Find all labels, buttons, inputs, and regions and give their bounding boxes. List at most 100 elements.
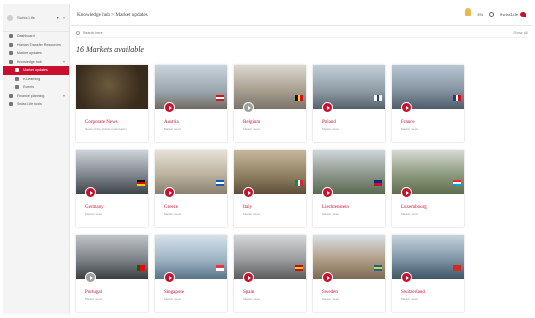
sidebar-item-label: Finance planning bbox=[17, 93, 45, 98]
app-frame: Swiss Life ▾ « Dashboard Human Transfer R… bbox=[0, 0, 535, 318]
sidebar-item[interactable]: Dashboard bbox=[3, 32, 69, 41]
market-card[interactable]: Singapore Market news bbox=[155, 235, 227, 312]
market-name[interactable]: Corporate News bbox=[85, 120, 118, 125]
market-subtitle: Market news bbox=[322, 127, 340, 131]
market-subtitle: Market news bbox=[164, 127, 182, 131]
entity-selector[interactable]: Swiss Life bbox=[17, 15, 53, 20]
collapse-icon[interactable]: « bbox=[63, 15, 65, 20]
play-icon[interactable] bbox=[164, 187, 175, 198]
sidebar-item-label: Knowledge hub bbox=[17, 59, 42, 64]
country-flag-icon bbox=[374, 95, 383, 101]
breadcrumb[interactable]: Knowledge hub > Market updates bbox=[77, 12, 148, 18]
market-card[interactable]: Portugal Market news bbox=[76, 235, 148, 312]
market-name[interactable]: Italy bbox=[243, 205, 252, 210]
expand-chevron-icon[interactable]: ▾ bbox=[63, 59, 65, 64]
play-icon[interactable] bbox=[85, 187, 96, 198]
market-card[interactable]: Poland Market news bbox=[313, 65, 385, 142]
brand-mark-icon bbox=[520, 12, 526, 17]
market-name[interactable]: Greece bbox=[164, 205, 178, 210]
brand-name: SwissLife bbox=[500, 12, 518, 17]
market-name[interactable]: Portugal bbox=[85, 290, 102, 295]
market-name[interactable]: Austria bbox=[164, 120, 179, 125]
country-flag-icon bbox=[295, 265, 303, 271]
country-flag-icon bbox=[453, 95, 462, 101]
play-icon[interactable] bbox=[243, 272, 254, 283]
market-subtitle: Market news bbox=[85, 212, 103, 216]
market-subtitle: Market news bbox=[164, 212, 182, 216]
country-flag-icon bbox=[453, 180, 461, 186]
play-icon[interactable] bbox=[401, 187, 412, 198]
country-flag-icon bbox=[295, 180, 304, 186]
market-subtitle: Market news bbox=[322, 212, 340, 216]
language-switch[interactable]: EN bbox=[477, 12, 483, 17]
nav-icon bbox=[9, 59, 13, 64]
sidebar-item[interactable]: e-Learning bbox=[3, 75, 69, 84]
market-card[interactable]: Spain Market news bbox=[234, 235, 306, 312]
market-name[interactable]: France bbox=[401, 120, 415, 125]
sidebar-item[interactable]: Events bbox=[3, 83, 69, 92]
market-name[interactable]: Liechtenstein bbox=[322, 205, 349, 210]
nav-icon bbox=[9, 102, 13, 107]
country-flag-icon bbox=[216, 265, 224, 271]
page-title: 16 Markets available bbox=[76, 45, 144, 54]
market-card[interactable]: France Market news bbox=[392, 65, 464, 142]
notification-bell-icon[interactable] bbox=[465, 7, 472, 16]
play-icon[interactable] bbox=[401, 272, 412, 283]
sidebar: Swiss Life ▾ « Dashboard Human Transfer R… bbox=[3, 4, 70, 314]
play-icon[interactable] bbox=[243, 102, 254, 113]
market-card[interactable]: Switzerland Market news bbox=[392, 235, 464, 312]
expand-chevron-icon[interactable]: ▾ bbox=[63, 93, 65, 98]
country-flag-icon bbox=[216, 95, 224, 101]
play-icon[interactable] bbox=[243, 187, 254, 198]
market-card[interactable]: Italy Market news bbox=[234, 150, 306, 227]
play-icon[interactable] bbox=[322, 102, 333, 113]
market-subtitle: Market news bbox=[243, 212, 261, 216]
sidebar-item-label: Market updates bbox=[17, 51, 42, 56]
market-card[interactable]: Sweden Market news bbox=[313, 235, 385, 312]
market-card[interactable]: Belgium Market news bbox=[234, 65, 306, 142]
market-card[interactable]: Corporate News News of the global organis… bbox=[76, 65, 148, 142]
market-card[interactable]: Germany Market news bbox=[76, 150, 148, 227]
brand-logo: SwissLife bbox=[500, 12, 526, 17]
market-name[interactable]: Luxembourg bbox=[401, 205, 427, 210]
play-icon[interactable] bbox=[164, 102, 175, 113]
country-flag-icon bbox=[216, 180, 224, 186]
chevron-down-icon[interactable]: ▾ bbox=[57, 15, 59, 20]
market-card[interactable]: Austria Market news bbox=[155, 65, 227, 142]
market-subtitle: Market news bbox=[401, 212, 419, 216]
market-name[interactable]: Sweden bbox=[322, 290, 338, 295]
market-name[interactable]: Poland bbox=[322, 120, 336, 125]
market-name[interactable]: Singapore bbox=[164, 290, 184, 295]
search-input[interactable] bbox=[83, 30, 511, 35]
country-flag-icon bbox=[137, 180, 145, 186]
market-name[interactable]: Germany bbox=[85, 205, 104, 210]
sidebar-item[interactable]: Swiss Life tools bbox=[3, 100, 69, 109]
market-card[interactable]: Liechtenstein Market news bbox=[313, 150, 385, 227]
market-name[interactable]: Spain bbox=[243, 290, 254, 295]
nav-icon bbox=[9, 51, 13, 56]
play-icon[interactable] bbox=[322, 187, 333, 198]
market-card[interactable]: Luxembourg Market news bbox=[392, 150, 464, 227]
filter-show[interactable]: Show: All bbox=[513, 31, 528, 35]
sidebar-header[interactable]: Swiss Life ▾ « bbox=[3, 4, 69, 32]
sidebar-item[interactable]: Finance planning ▾ bbox=[3, 92, 69, 101]
sidebar-item[interactable]: Human Transfer Resources bbox=[3, 41, 69, 50]
market-subtitle: Market news bbox=[401, 297, 419, 301]
sidebar-item[interactable]: Market updates bbox=[3, 49, 69, 58]
market-subtitle: Market news bbox=[322, 297, 340, 301]
market-subtitle: Market news bbox=[164, 297, 182, 301]
market-name[interactable]: Belgium bbox=[243, 120, 260, 125]
sidebar-item[interactable]: Knowledge hub ▾ bbox=[3, 58, 69, 67]
play-icon[interactable] bbox=[322, 272, 333, 283]
market-name[interactable]: Switzerland bbox=[401, 290, 425, 295]
market-card[interactable]: Greece Market news bbox=[155, 150, 227, 227]
play-icon[interactable] bbox=[401, 102, 412, 113]
play-icon[interactable] bbox=[85, 272, 96, 283]
globe-icon[interactable] bbox=[489, 12, 494, 17]
sidebar-item-label: Human Transfer Resources bbox=[17, 42, 61, 47]
market-subtitle: Market news bbox=[243, 127, 261, 131]
sidebar-item[interactable]: Market updates bbox=[3, 66, 69, 75]
country-flag-icon bbox=[374, 180, 382, 186]
search-icon bbox=[76, 30, 80, 35]
play-icon[interactable] bbox=[164, 272, 175, 283]
